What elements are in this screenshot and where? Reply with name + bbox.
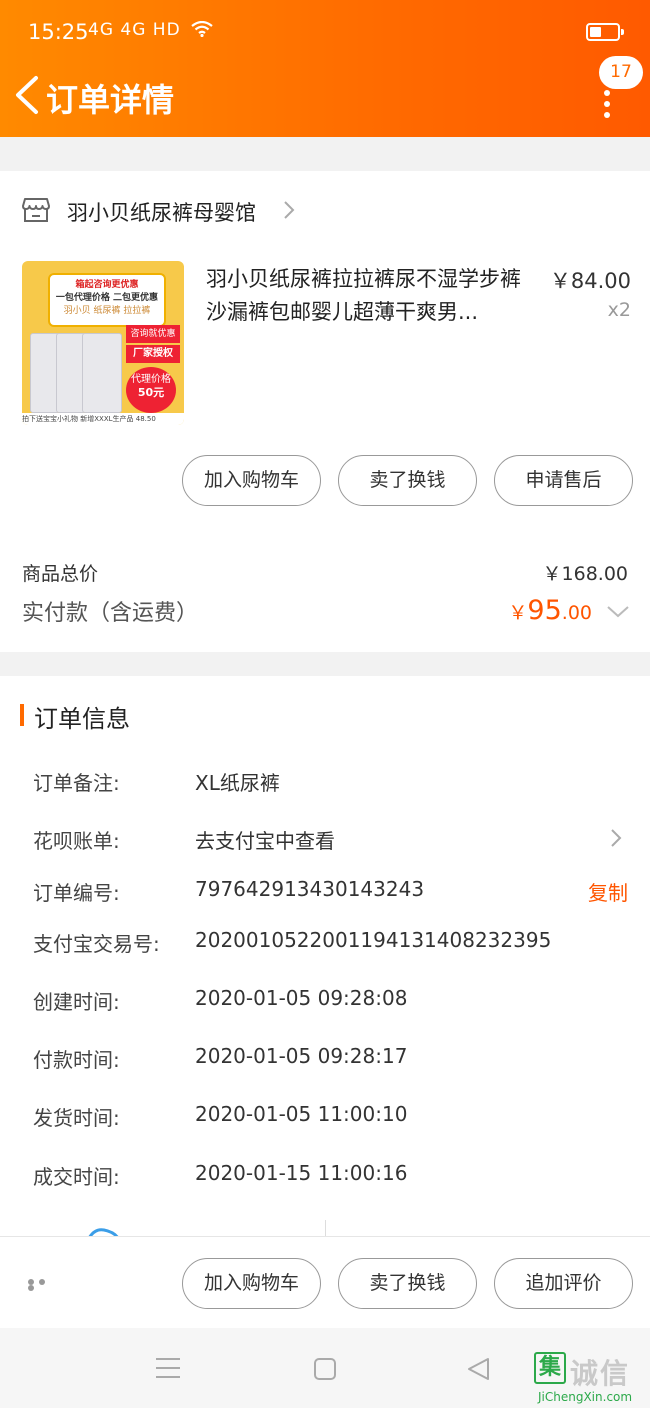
- watermark-mark: 集: [534, 1352, 566, 1384]
- info-value: 2020010522001194131408232395: [195, 928, 552, 952]
- watermark-logo: 集 诚信 JiChengXin.com: [534, 1352, 650, 1408]
- copy-button[interactable]: 复制: [588, 877, 628, 906]
- info-label: 发货时间:: [33, 1106, 120, 1130]
- chevron-down-icon[interactable]: [606, 605, 630, 619]
- page-title: 订单详情: [46, 81, 175, 119]
- contact-seller-icon[interactable]: [86, 1226, 120, 1236]
- resell-button[interactable]: 卖了换钱: [338, 1258, 477, 1309]
- watermark-url: JiChengXin.com: [538, 1390, 633, 1404]
- product-price: ￥84.00: [549, 269, 631, 293]
- divider: [325, 1220, 326, 1236]
- product-image-price: 代理价格 50元: [126, 367, 176, 413]
- huabei-bill-row[interactable]: 花呗账单: 去支付宝中查看: [0, 825, 650, 861]
- bottom-action-bar: 加入购物车 卖了换钱 追加评价: [0, 1236, 650, 1328]
- signal-icons: 4G 4G HD: [88, 20, 213, 40]
- back-triangle-icon[interactable]: [466, 1357, 492, 1381]
- info-label: 支付宝交易号:: [33, 932, 160, 956]
- product-image-tag: 厂家授权: [126, 345, 180, 363]
- status-bar: 15:25 4G 4G HD: [0, 0, 650, 66]
- created-time-row: 创建时间: 2020-01-05 09:28:08: [0, 986, 650, 1022]
- order-info-title: 订单信息: [34, 705, 130, 733]
- paid-amount-label: 实付款（含运费）: [22, 601, 199, 626]
- store-icon: [22, 198, 50, 222]
- paid-time-row: 付款时间: 2020-01-05 09:28:17: [0, 1044, 650, 1080]
- shop-name: 羽小贝纸尿裤母婴馆: [67, 201, 256, 225]
- resell-button[interactable]: 卖了换钱: [338, 455, 477, 506]
- alipay-trade-row: 支付宝交易号: 2020010522001194131408232395: [0, 928, 650, 964]
- order-number-row: 订单编号: 797642913430143243 复制: [0, 877, 650, 913]
- message-count-badge[interactable]: 17: [599, 56, 643, 89]
- shipped-time-row: 发货时间: 2020-01-05 11:00:10: [0, 1102, 650, 1138]
- status-time: 15:25: [28, 20, 89, 44]
- add-to-cart-button[interactable]: 加入购物车: [182, 455, 321, 506]
- battery-icon: [586, 23, 624, 41]
- info-label: 付款时间:: [33, 1048, 120, 1072]
- chevron-right-icon: [611, 829, 622, 847]
- info-value: 去支付宝中查看: [195, 829, 335, 853]
- order-info-card: 订单信息 订单备注: XL纸尿裤 花呗账单: 去支付宝中查看 订单编号: 797…: [0, 676, 650, 1236]
- product-image-banner: 箱起咨询更优惠 一包代理价格 二包更优惠 羽小贝 纸尿裤 拉拉裤: [48, 273, 166, 327]
- recent-apps-icon[interactable]: [156, 1358, 182, 1380]
- info-label: 花呗账单:: [33, 829, 120, 853]
- info-value: 2020-01-05 09:28:08: [195, 986, 408, 1010]
- product-title[interactable]: 羽小贝纸尿裤拉拉裤尿不湿学步裤沙漏裤包邮婴儿超薄干爽男...: [206, 263, 540, 329]
- home-icon[interactable]: [314, 1358, 336, 1380]
- paid-amount-value: ￥95.00: [508, 595, 592, 626]
- order-number-value: 797642913430143243: [195, 877, 425, 901]
- wifi-icon: [191, 20, 213, 38]
- info-label: 创建时间:: [33, 990, 120, 1014]
- goods-total-value: ￥168.00: [542, 563, 628, 585]
- info-value: 2020-01-05 11:00:10: [195, 1102, 408, 1126]
- order-item-card: 羽小贝纸尿裤母婴馆 箱起咨询更优惠 一包代理价格 二包更优惠 羽小贝 纸尿裤 拉…: [0, 171, 650, 652]
- info-value: XL纸尿裤: [195, 771, 280, 795]
- info-value: 2020-01-05 09:28:17: [195, 1044, 408, 1068]
- info-value: 2020-01-15 11:00:16: [195, 1161, 408, 1185]
- watermark-text: 诚信: [570, 1357, 631, 1390]
- header-bar: 15:25 4G 4G HD 订单详情 17: [0, 0, 650, 137]
- more-actions-icon[interactable]: [28, 1279, 60, 1291]
- network-label: 4G 4G HD: [88, 20, 181, 40]
- info-label: 成交时间:: [33, 1165, 120, 1189]
- product-image-footer: 拍下送宝宝小礼物 新增XXXL生产品 48.50: [22, 413, 184, 425]
- add-review-button[interactable]: 追加评价: [494, 1258, 633, 1309]
- chevron-right-icon: [284, 201, 295, 219]
- more-options-icon[interactable]: [598, 90, 616, 118]
- section-accent-bar: [20, 704, 24, 726]
- info-label: 订单编号:: [33, 881, 120, 905]
- product-image[interactable]: 箱起咨询更优惠 一包代理价格 二包更优惠 羽小贝 纸尿裤 拉拉裤 咨询就优惠 厂…: [22, 261, 184, 425]
- after-sale-button[interactable]: 申请售后: [494, 455, 633, 506]
- product-quantity: x2: [607, 299, 631, 321]
- diaper-pack: [82, 333, 122, 413]
- back-arrow-icon[interactable]: [10, 74, 46, 116]
- goods-total-label: 商品总价: [22, 563, 99, 585]
- product-image-tag: 咨询就优惠: [126, 325, 180, 343]
- order-note-row: 订单备注: XL纸尿裤: [0, 767, 650, 803]
- info-label: 订单备注:: [33, 771, 120, 795]
- completed-time-row: 成交时间: 2020-01-15 11:00:16: [0, 1161, 650, 1197]
- add-to-cart-button[interactable]: 加入购物车: [182, 1258, 321, 1309]
